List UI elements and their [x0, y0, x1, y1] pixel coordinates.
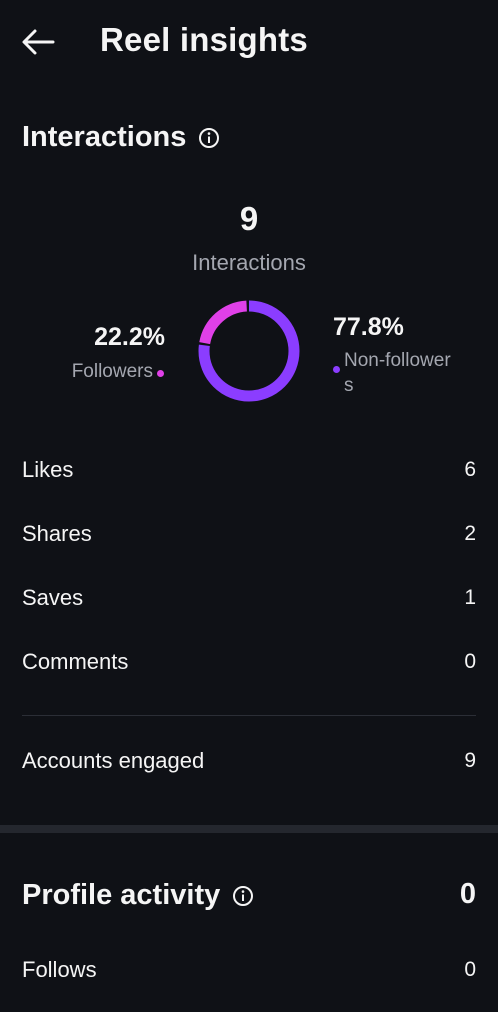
metric-row-shares: Shares 2	[22, 514, 476, 554]
metric-label: Shares	[22, 521, 92, 546]
interactions-total-label: Interactions	[192, 250, 306, 275]
back-button[interactable]	[16, 20, 60, 64]
reel-insights-page: Reel insights Interactions 9 Interaction…	[0, 0, 498, 1012]
profile-row-value: 0	[464, 958, 476, 981]
interactions-section-title: Interactions	[22, 121, 220, 154]
info-icon[interactable]	[198, 127, 220, 149]
non-followers-percentage: 77.8%	[333, 313, 404, 341]
section-separator	[0, 825, 498, 833]
non-followers-label: Non-followers	[344, 350, 451, 396]
metric-label: Comments	[22, 649, 129, 674]
metric-label: Likes	[22, 457, 74, 482]
profile-row-follows: Follows 0	[22, 950, 476, 990]
non-followers-legend: Non-followers	[333, 348, 454, 398]
followers-legend: Followers	[72, 361, 164, 383]
followers-arc	[198, 300, 300, 402]
profile-activity-section-title: Profile activity	[22, 879, 254, 912]
metric-row-saves: Saves 1	[22, 578, 476, 618]
divider	[22, 715, 476, 716]
metric-value: 6	[464, 458, 476, 481]
interactions-total: 9	[239, 200, 259, 237]
interactions-heading: Interactions	[22, 121, 187, 153]
metric-row-likes: Likes 6	[22, 450, 476, 490]
profile-activity-heading: Profile activity	[22, 879, 221, 911]
page-title: Reel insights	[100, 21, 308, 58]
accounts-engaged-label: Accounts engaged	[22, 748, 205, 773]
accounts-engaged-row: Accounts engaged 9	[22, 741, 476, 781]
non-followers-legend-dot	[333, 366, 340, 373]
followers-legend-dot	[157, 370, 164, 377]
metric-label: Saves	[22, 585, 84, 610]
interactions-donut-chart	[198, 300, 300, 402]
accounts-engaged-value: 9	[464, 749, 476, 772]
profile-activity-value: 0	[459, 878, 476, 910]
followers-label: Followers	[71, 361, 153, 382]
info-icon[interactable]	[232, 885, 254, 907]
metric-row-comments: Comments 0	[22, 642, 476, 682]
metric-value: 2	[464, 522, 476, 545]
top-bar: Reel insights	[0, 0, 498, 82]
profile-row-label: Follows	[22, 957, 97, 982]
back-arrow-icon	[22, 29, 55, 55]
followers-percentage: 22.2%	[94, 323, 165, 351]
metric-value: 1	[464, 586, 476, 609]
metric-value: 0	[464, 650, 476, 673]
